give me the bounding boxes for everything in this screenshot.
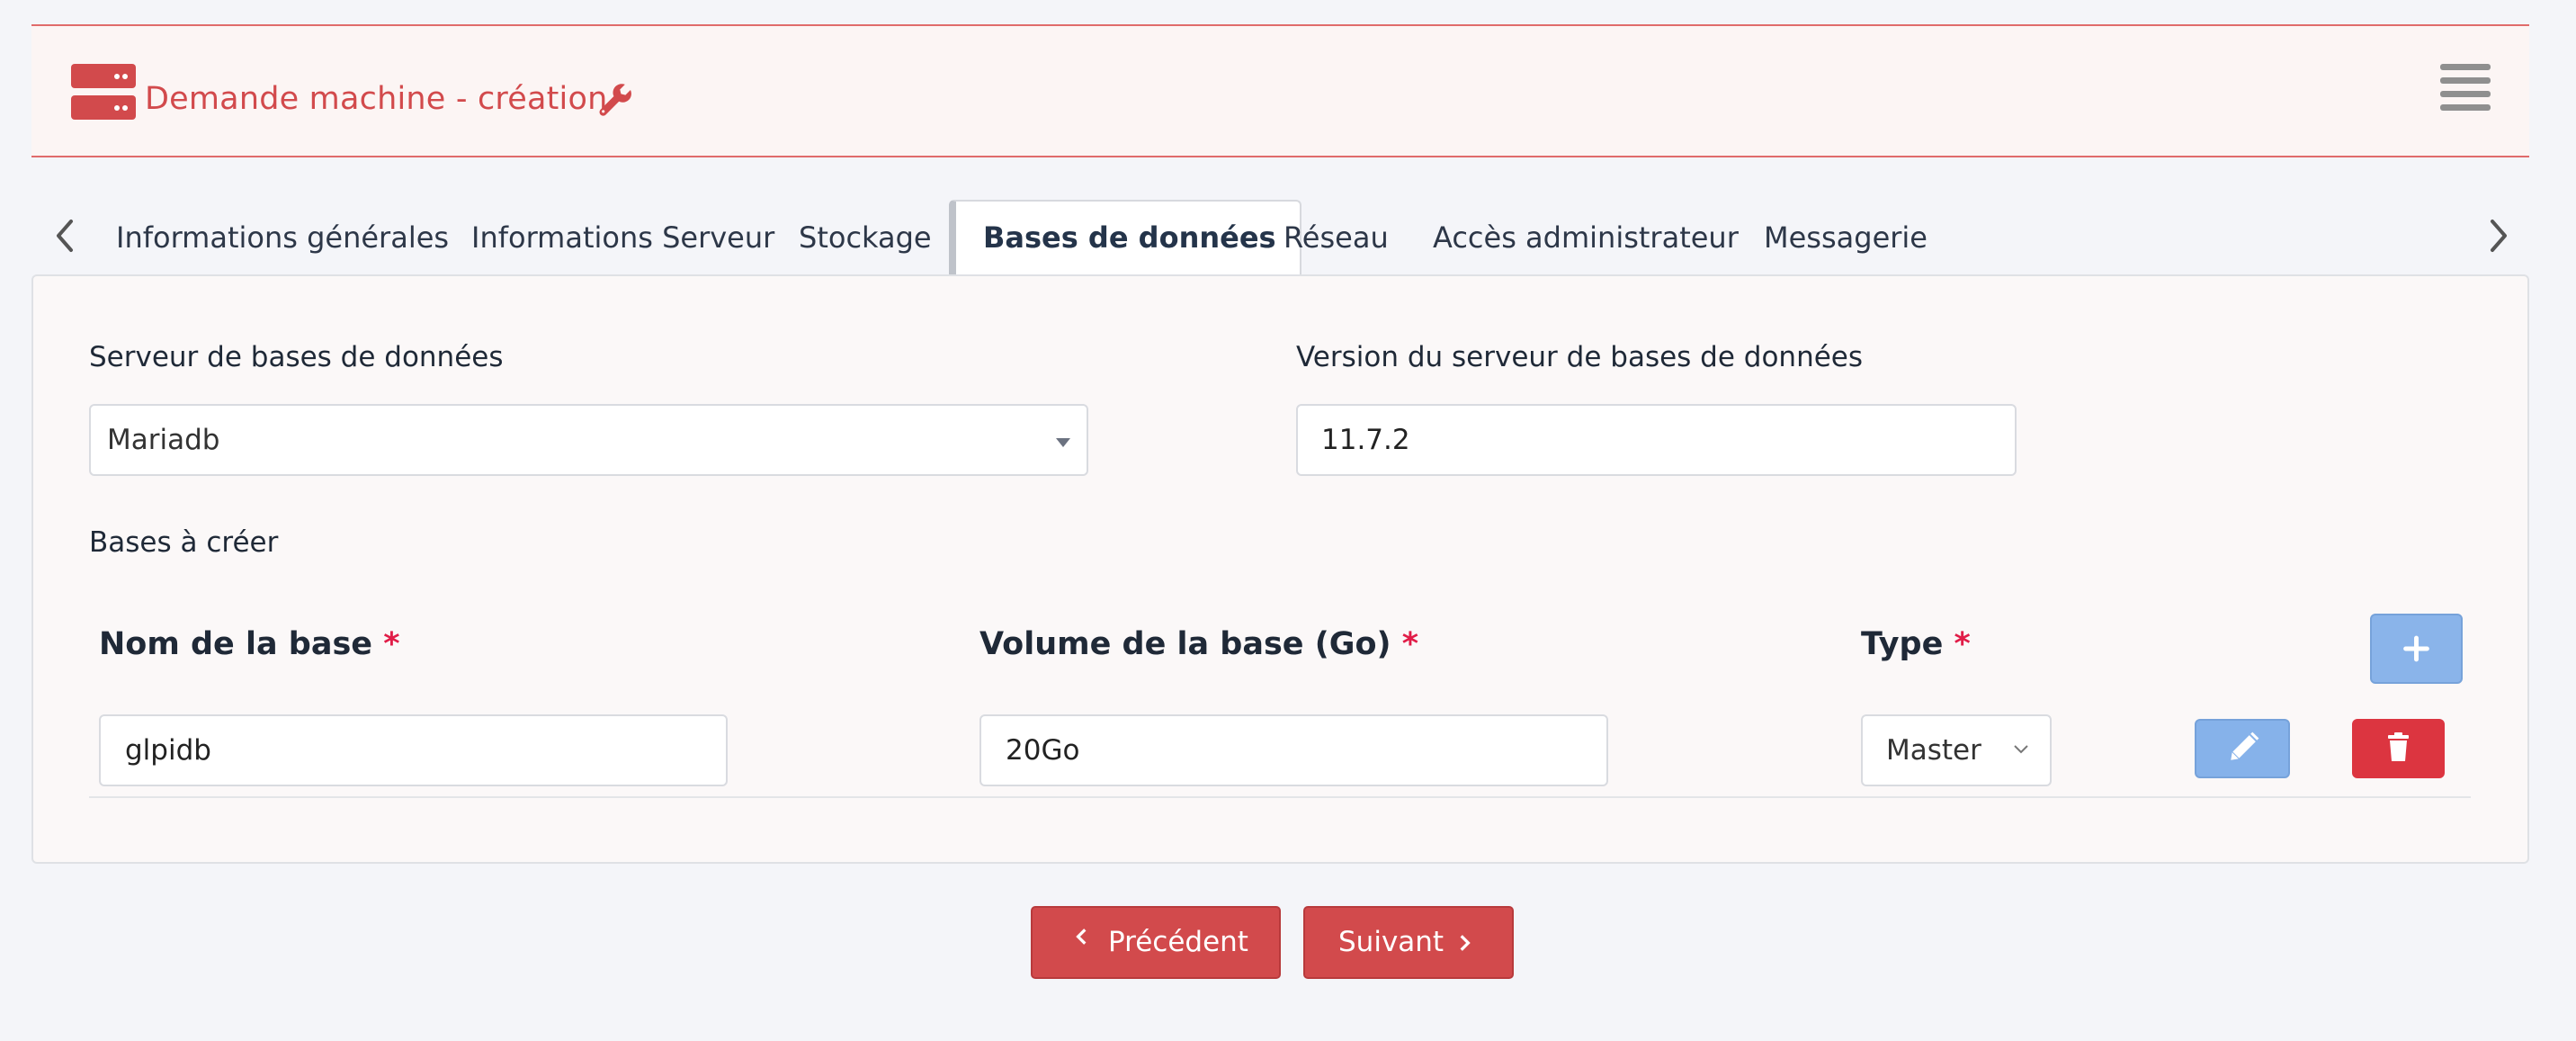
- previous-label: Précédent: [1108, 926, 1248, 958]
- row-divider: [89, 796, 2471, 798]
- col-header-name: Nom de la base *: [99, 626, 400, 662]
- base-name-input[interactable]: glpidb: [99, 714, 728, 786]
- chevron-right-icon: [1460, 935, 1471, 951]
- required-mark: *: [1401, 626, 1418, 662]
- tab-panel-bases-de-donnees: Serveur de bases de données Mariadb Vers…: [31, 274, 2529, 864]
- bases-label: Bases à créer: [89, 526, 279, 559]
- delete-base-button[interactable]: [2352, 719, 2445, 778]
- db-server-value: Mariadb: [107, 424, 220, 456]
- col-header-type: Type *: [1861, 626, 1971, 662]
- chevron-down-icon: [2014, 745, 2028, 754]
- col-header-type-text: Type: [1861, 626, 1944, 662]
- pencil-icon: [2231, 731, 2259, 760]
- server-icon: [71, 64, 136, 120]
- tab-informations-generales[interactable]: Informations générales: [116, 200, 449, 275]
- next-label: Suivant: [1338, 926, 1445, 958]
- db-version-label: Version du serveur de bases de données: [1296, 341, 1864, 373]
- db-version-input[interactable]: 11.7.2: [1296, 404, 2017, 476]
- tab-bases-de-donnees[interactable]: Bases de données: [949, 200, 1301, 275]
- previous-button[interactable]: Précédent: [1031, 906, 1281, 979]
- base-type-select[interactable]: Master: [1861, 714, 2052, 786]
- trash-icon: [2388, 732, 2409, 761]
- tab-acces-administrateur[interactable]: Accès administrateur: [1433, 200, 1739, 275]
- base-volume-input[interactable]: 20Go: [979, 714, 1608, 786]
- required-mark: *: [383, 626, 400, 662]
- col-header-volume: Volume de la base (Go) *: [979, 626, 1418, 662]
- db-server-select[interactable]: Mariadb: [89, 404, 1088, 476]
- col-header-name-text: Nom de la base: [99, 626, 373, 662]
- db-server-label: Serveur de bases de données: [89, 341, 504, 373]
- tab-bar: Informations générales Informations Serv…: [31, 200, 2529, 275]
- col-header-volume-text: Volume de la base (Go): [979, 626, 1391, 662]
- edit-base-button[interactable]: [2195, 719, 2290, 778]
- required-mark: *: [1954, 626, 1971, 662]
- tab-stockage[interactable]: Stockage: [799, 200, 932, 275]
- chevron-left-icon: [1076, 929, 1087, 945]
- caret-down-icon: [1056, 438, 1070, 447]
- next-button[interactable]: Suivant: [1303, 906, 1514, 979]
- hamburger-menu-icon[interactable]: [2440, 64, 2491, 114]
- tab-informations-serveur[interactable]: Informations Serveur: [471, 200, 774, 275]
- base-type-value: Master: [1886, 734, 1981, 767]
- page-header: Demande machine - création: [31, 24, 2529, 157]
- chevron-right-icon[interactable]: [2480, 216, 2516, 256]
- wrench-icon: [599, 84, 631, 116]
- chevron-left-icon[interactable]: [48, 216, 84, 256]
- plus-icon: [2403, 635, 2429, 662]
- page-title: Demande machine - création: [145, 81, 608, 117]
- add-base-button[interactable]: [2370, 614, 2463, 684]
- tab-messagerie[interactable]: Messagerie: [1764, 200, 1928, 275]
- tab-reseau[interactable]: Réseau: [1284, 200, 1389, 275]
